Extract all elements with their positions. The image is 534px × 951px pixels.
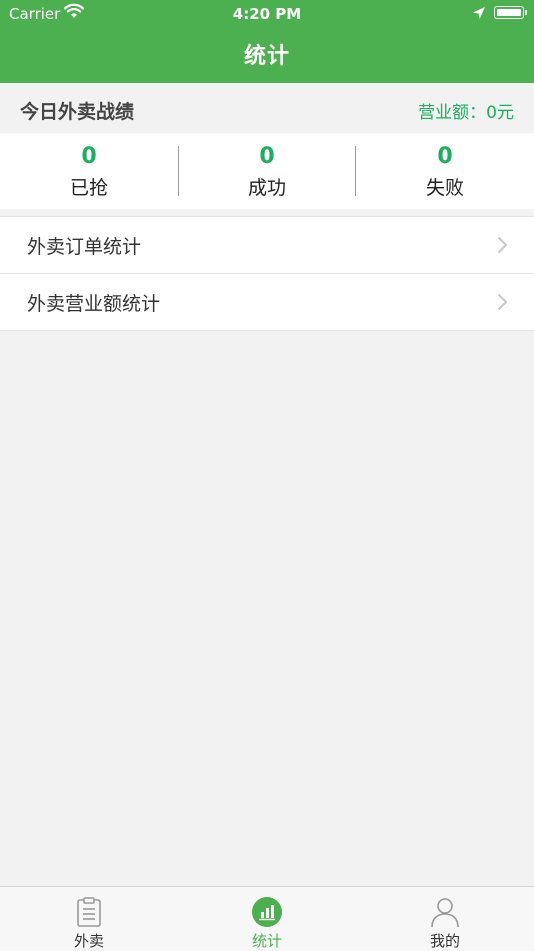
menu-item-revenue-stats[interactable]: 外卖营业额统计 bbox=[0, 273, 534, 330]
stat-success: 0 成功 bbox=[178, 133, 356, 209]
tab-mine[interactable]: 我的 bbox=[356, 887, 534, 951]
battery-icon bbox=[494, 6, 527, 19]
chevron-right-icon bbox=[497, 236, 508, 258]
menu-item-order-stats[interactable]: 外卖订单统计 bbox=[0, 217, 534, 273]
user-icon bbox=[429, 897, 461, 928]
location-icon bbox=[472, 6, 486, 24]
stats-panel: 0 已抢 0 成功 0 失败 bbox=[0, 133, 534, 209]
menu-item-label: 外卖营业额统计 bbox=[27, 293, 161, 315]
revenue-label: 营业额：0元 bbox=[418, 103, 514, 123]
today-summary-bar: 今日外卖战绩 营业额：0元 bbox=[0, 83, 534, 133]
tab-stats[interactable]: 统计 bbox=[178, 887, 356, 951]
header: Carrier 4:20 PM 统计 bbox=[0, 0, 534, 83]
stat-value: 0 bbox=[437, 144, 453, 169]
summary-title: 今日外卖战绩 bbox=[20, 101, 135, 123]
status-bar: Carrier 4:20 PM bbox=[0, 0, 534, 28]
stat-failed: 0 失败 bbox=[356, 133, 534, 209]
clock: 4:20 PM bbox=[232, 5, 302, 23]
bar-chart-icon bbox=[251, 897, 283, 927]
tab-label: 我的 bbox=[429, 932, 460, 950]
stat-label: 失败 bbox=[425, 177, 464, 199]
stat-grabbed: 0 已抢 bbox=[0, 133, 178, 209]
tab-bar: 外卖 统计 我的 bbox=[0, 886, 534, 951]
menu-item-label: 外卖订单统计 bbox=[27, 236, 142, 258]
clipboard-icon bbox=[73, 897, 105, 927]
tab-takeout[interactable]: 外卖 bbox=[0, 887, 178, 951]
stat-value: 0 bbox=[259, 144, 275, 169]
stats-menu: 外卖订单统计 外卖营业额统计 bbox=[0, 216, 534, 331]
stat-label: 成功 bbox=[247, 177, 286, 199]
stat-value: 0 bbox=[81, 144, 97, 169]
chevron-right-icon bbox=[497, 293, 508, 315]
tab-label: 统计 bbox=[251, 932, 282, 950]
tab-label: 外卖 bbox=[73, 932, 104, 950]
page-title: 统计 bbox=[243, 44, 290, 69]
stat-label: 已抢 bbox=[69, 177, 108, 199]
